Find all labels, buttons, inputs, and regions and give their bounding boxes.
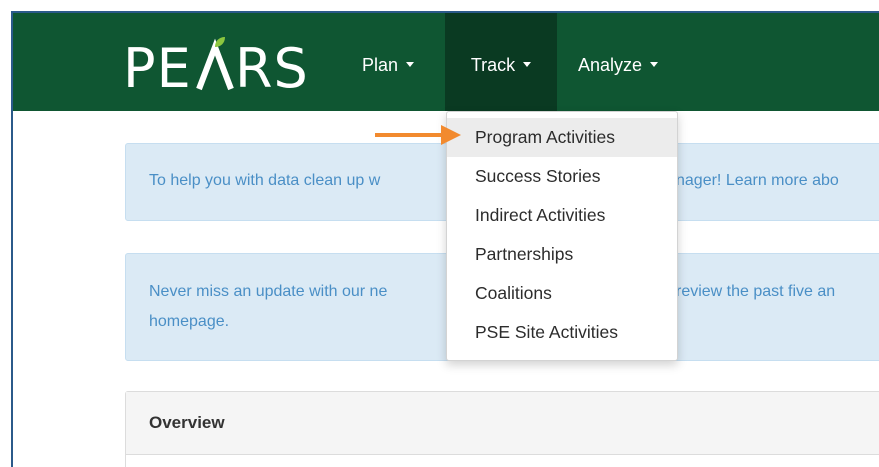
browser-frame: PE RS Plan Track Analyze To help you wit… (11, 11, 879, 467)
top-navbar: PE RS Plan Track Analyze (13, 13, 879, 111)
menu-item-pse-site-activities[interactable]: PSE Site Activities (447, 313, 677, 352)
nav-analyze[interactable]: Analyze (578, 13, 659, 111)
alert-text-line2: homepage. (149, 313, 230, 330)
menu-item-indirect-activities[interactable]: Indirect Activities (447, 196, 677, 235)
caret-down-icon (650, 61, 659, 67)
menu-item-program-activities[interactable]: Program Activities (447, 118, 677, 157)
nav-plan-label: Plan (362, 55, 399, 75)
menu-item-success-stories[interactable]: Success Stories (447, 157, 677, 196)
menu-item-coalitions[interactable]: Coalitions (447, 274, 677, 313)
alert-text-right: nager! Learn more abo (676, 172, 839, 189)
svg-text:RS: RS (235, 37, 309, 99)
nav-track-label: Track (470, 55, 516, 75)
svg-text:PE: PE (123, 37, 192, 99)
nav-analyze-label: Analyze (578, 55, 643, 75)
alert-text-right: review the past five an (676, 283, 836, 300)
caret-down-icon (523, 61, 532, 67)
track-dropdown-menu: Program Activities Success Stories Indir… (446, 111, 678, 361)
overview-panel: Overview (125, 391, 879, 467)
pears-logo-mark: PE RS (123, 37, 309, 99)
nav-track[interactable]: Track (445, 13, 557, 111)
pointer-arrow-icon (375, 125, 461, 145)
alert-text-left: To help you with data clean up w (149, 172, 381, 189)
panel-title: Overview (126, 392, 879, 455)
caret-down-icon (406, 61, 415, 67)
menu-item-partnerships[interactable]: Partnerships (447, 235, 677, 274)
alert-text-left: Never miss an update with our ne (149, 283, 388, 300)
nav-plan[interactable]: Plan (362, 13, 415, 111)
